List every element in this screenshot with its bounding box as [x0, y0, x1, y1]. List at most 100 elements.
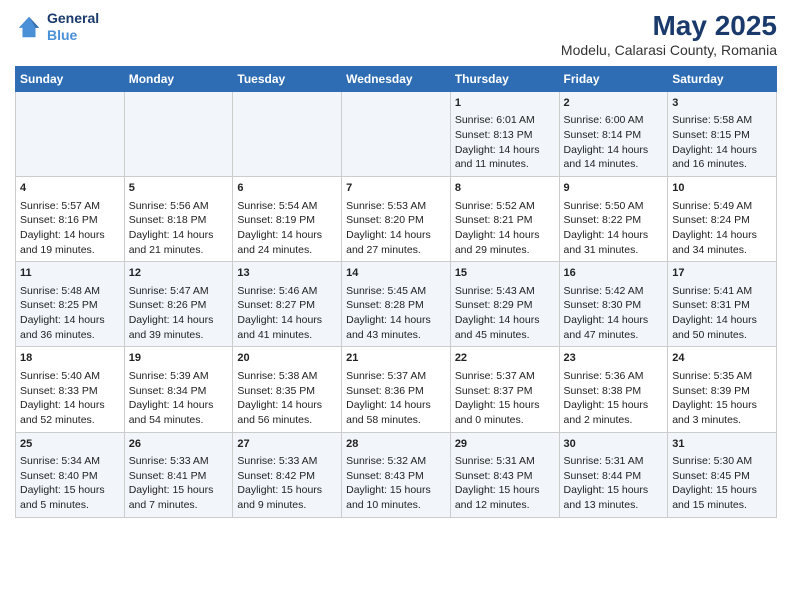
calendar-cell: 13Sunrise: 5:46 AMSunset: 8:27 PMDayligh… — [233, 262, 342, 347]
day-info: Sunset: 8:41 PM — [129, 469, 229, 484]
day-info: Daylight: 14 hours — [346, 313, 446, 328]
day-info: and 36 minutes. — [20, 328, 120, 343]
day-number: 24 — [672, 351, 772, 366]
day-info: Daylight: 15 hours — [672, 483, 772, 498]
day-info: Daylight: 15 hours — [455, 483, 555, 498]
calendar-cell: 5Sunrise: 5:56 AMSunset: 8:18 PMDaylight… — [124, 177, 233, 262]
day-number: 13 — [237, 266, 337, 281]
day-info: and 16 minutes. — [672, 157, 772, 172]
logo: General Blue — [15, 10, 99, 44]
day-info: Daylight: 14 hours — [129, 398, 229, 413]
day-info: Sunrise: 5:40 AM — [20, 369, 120, 384]
day-info: Sunrise: 5:37 AM — [455, 369, 555, 384]
day-info: Sunset: 8:28 PM — [346, 298, 446, 313]
day-number: 10 — [672, 181, 772, 196]
day-info: Sunrise: 5:35 AM — [672, 369, 772, 384]
day-info: Daylight: 14 hours — [564, 313, 664, 328]
subtitle: Modelu, Calarasi County, Romania — [561, 42, 777, 58]
logo-text: General Blue — [47, 10, 99, 44]
calendar-cell: 7Sunrise: 5:53 AMSunset: 8:20 PMDaylight… — [342, 177, 451, 262]
day-info: and 50 minutes. — [672, 328, 772, 343]
day-info: Daylight: 15 hours — [20, 483, 120, 498]
day-info: and 13 minutes. — [564, 498, 664, 513]
day-info: Daylight: 14 hours — [129, 228, 229, 243]
day-info: Sunrise: 5:56 AM — [129, 199, 229, 214]
day-info: Daylight: 14 hours — [346, 398, 446, 413]
day-info: Sunrise: 5:31 AM — [455, 454, 555, 469]
day-info: Sunrise: 5:37 AM — [346, 369, 446, 384]
day-number: 11 — [20, 266, 120, 281]
day-number: 26 — [129, 437, 229, 452]
calendar-cell: 24Sunrise: 5:35 AMSunset: 8:39 PMDayligh… — [668, 347, 777, 432]
week-row-3: 11Sunrise: 5:48 AMSunset: 8:25 PMDayligh… — [16, 262, 777, 347]
day-info: Sunset: 8:34 PM — [129, 384, 229, 399]
calendar-table: SundayMondayTuesdayWednesdayThursdayFrid… — [15, 66, 777, 518]
day-info: and 29 minutes. — [455, 243, 555, 258]
day-number: 17 — [672, 266, 772, 281]
day-info: Sunset: 8:31 PM — [672, 298, 772, 313]
day-info: and 56 minutes. — [237, 413, 337, 428]
day-info: Sunset: 8:37 PM — [455, 384, 555, 399]
day-number: 12 — [129, 266, 229, 281]
day-info: and 45 minutes. — [455, 328, 555, 343]
header-day-saturday: Saturday — [668, 67, 777, 92]
day-info: Daylight: 14 hours — [346, 228, 446, 243]
day-info: Sunrise: 6:01 AM — [455, 113, 555, 128]
title-block: May 2025 Modelu, Calarasi County, Romani… — [561, 10, 777, 58]
day-info: Sunrise: 5:58 AM — [672, 113, 772, 128]
day-info: Sunset: 8:15 PM — [672, 128, 772, 143]
calendar-cell: 2Sunrise: 6:00 AMSunset: 8:14 PMDaylight… — [559, 92, 668, 177]
day-info: Sunset: 8:21 PM — [455, 213, 555, 228]
day-info: Sunrise: 5:50 AM — [564, 199, 664, 214]
day-info: Sunrise: 5:52 AM — [455, 199, 555, 214]
day-info: Sunset: 8:42 PM — [237, 469, 337, 484]
calendar-cell: 4Sunrise: 5:57 AMSunset: 8:16 PMDaylight… — [16, 177, 125, 262]
day-number: 27 — [237, 437, 337, 452]
calendar-cell: 30Sunrise: 5:31 AMSunset: 8:44 PMDayligh… — [559, 432, 668, 517]
day-info: and 2 minutes. — [564, 413, 664, 428]
day-number: 23 — [564, 351, 664, 366]
calendar-cell: 12Sunrise: 5:47 AMSunset: 8:26 PMDayligh… — [124, 262, 233, 347]
day-info: Sunset: 8:43 PM — [455, 469, 555, 484]
calendar-cell — [342, 92, 451, 177]
day-info: Daylight: 14 hours — [455, 228, 555, 243]
day-info: Daylight: 15 hours — [129, 483, 229, 498]
day-info: Sunset: 8:38 PM — [564, 384, 664, 399]
calendar-cell: 15Sunrise: 5:43 AMSunset: 8:29 PMDayligh… — [450, 262, 559, 347]
day-number: 21 — [346, 351, 446, 366]
week-row-2: 4Sunrise: 5:57 AMSunset: 8:16 PMDaylight… — [16, 177, 777, 262]
day-info: and 31 minutes. — [564, 243, 664, 258]
day-info: and 11 minutes. — [455, 157, 555, 172]
day-info: Sunset: 8:25 PM — [20, 298, 120, 313]
day-info: Sunset: 8:22 PM — [564, 213, 664, 228]
day-info: Daylight: 14 hours — [237, 228, 337, 243]
day-info: and 9 minutes. — [237, 498, 337, 513]
day-number: 6 — [237, 181, 337, 196]
calendar-cell: 18Sunrise: 5:40 AMSunset: 8:33 PMDayligh… — [16, 347, 125, 432]
day-info: Daylight: 14 hours — [564, 228, 664, 243]
day-info: Sunrise: 5:33 AM — [129, 454, 229, 469]
day-info: and 5 minutes. — [20, 498, 120, 513]
day-number: 19 — [129, 351, 229, 366]
day-info: Sunset: 8:36 PM — [346, 384, 446, 399]
day-info: Sunrise: 5:53 AM — [346, 199, 446, 214]
day-info: Sunrise: 5:39 AM — [129, 369, 229, 384]
day-info: and 15 minutes. — [672, 498, 772, 513]
day-info: Sunset: 8:19 PM — [237, 213, 337, 228]
day-info: Daylight: 14 hours — [20, 228, 120, 243]
day-info: Sunrise: 5:33 AM — [237, 454, 337, 469]
calendar-cell: 17Sunrise: 5:41 AMSunset: 8:31 PMDayligh… — [668, 262, 777, 347]
day-info: Sunset: 8:45 PM — [672, 469, 772, 484]
day-info: Daylight: 14 hours — [237, 398, 337, 413]
day-info: Sunrise: 5:47 AM — [129, 284, 229, 299]
day-info: Daylight: 14 hours — [455, 313, 555, 328]
calendar-cell: 3Sunrise: 5:58 AMSunset: 8:15 PMDaylight… — [668, 92, 777, 177]
day-number: 20 — [237, 351, 337, 366]
day-number: 14 — [346, 266, 446, 281]
week-row-1: 1Sunrise: 6:01 AMSunset: 8:13 PMDaylight… — [16, 92, 777, 177]
calendar-cell: 28Sunrise: 5:32 AMSunset: 8:43 PMDayligh… — [342, 432, 451, 517]
day-info: Sunset: 8:24 PM — [672, 213, 772, 228]
day-number: 29 — [455, 437, 555, 452]
day-info: Sunrise: 5:57 AM — [20, 199, 120, 214]
day-info: Sunrise: 5:30 AM — [672, 454, 772, 469]
